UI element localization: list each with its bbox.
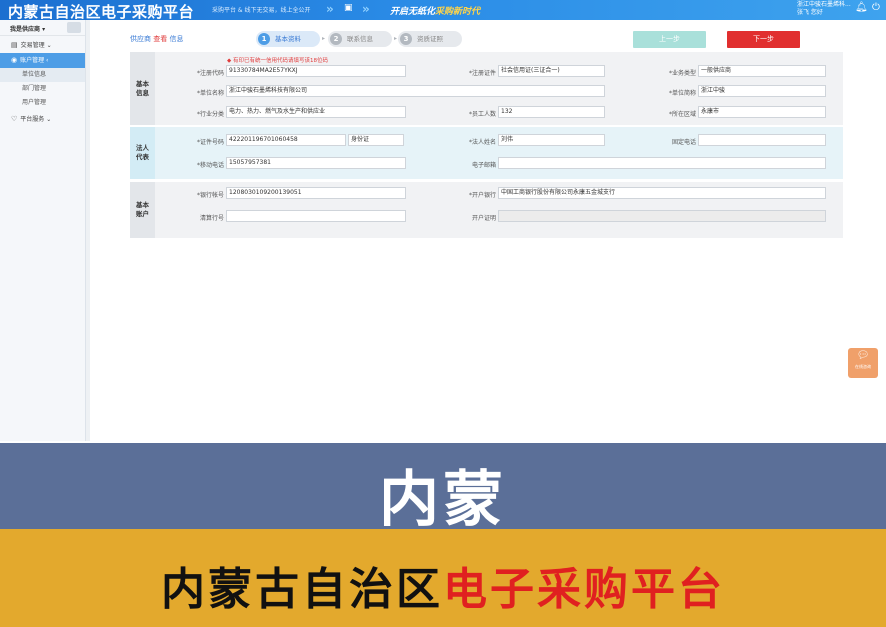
document-icon: ▤ bbox=[11, 41, 18, 49]
subtitle-banner: 内蒙古自治区电子采购平台 bbox=[0, 529, 886, 627]
sidebar-item-label: 平台服务 bbox=[20, 116, 45, 123]
mobile-field[interactable]: 15057957381 bbox=[226, 157, 406, 169]
sidebar-item-account[interactable]: ◉ 账户管理 ‹ bbox=[0, 53, 85, 68]
chevron-right-icon: » bbox=[362, 2, 370, 16]
step-certificates[interactable]: 3 资质证照 bbox=[398, 31, 462, 47]
bank-acct-label: *银行帐号 bbox=[196, 192, 224, 199]
unit-short-field[interactable]: 浙江中骏 bbox=[698, 85, 826, 97]
banner-title: 内蒙 bbox=[379, 465, 507, 535]
legal-name-field[interactable]: 刘伟 bbox=[498, 134, 605, 146]
id-no-label: *证件号码 bbox=[196, 139, 224, 146]
user-greeting: 张飞 您好 bbox=[797, 9, 823, 16]
user-icon: ◉ bbox=[11, 56, 18, 64]
section-label: 法人代表 bbox=[130, 127, 155, 179]
credit-code-field[interactable]: 91330784MA2E57YKXJ bbox=[226, 65, 406, 77]
sidebar-item-trade[interactable]: ▤ 交易管理 ⌄ bbox=[0, 38, 85, 53]
tel-label: 固定电话 bbox=[671, 139, 696, 146]
biz-type-label: *业务类型 bbox=[668, 70, 696, 77]
heart-icon: ♡ bbox=[11, 115, 18, 123]
sidebar-item-label: 账户管理 bbox=[20, 57, 45, 64]
menu-toggle-icon[interactable] bbox=[67, 22, 81, 33]
chat-bubble-icon: 💬︎ bbox=[856, 350, 870, 361]
step-basic-info[interactable]: 1 基本资料 bbox=[256, 31, 320, 47]
triangle-right-icon: ▸ bbox=[322, 35, 326, 42]
id-type-field[interactable]: 身份证 bbox=[348, 134, 404, 146]
banner-subtitle-red: 电子采购平台 bbox=[443, 564, 725, 615]
next-step-button[interactable]: 下一步 bbox=[727, 31, 800, 48]
bank-acct-field[interactable]: 1208030109200139051 bbox=[226, 187, 406, 199]
power-icon[interactable]: ⏻ bbox=[872, 2, 880, 13]
biz-type-field[interactable]: 一般供应商 bbox=[698, 65, 826, 77]
slogan-highlight: 采购新时代 bbox=[435, 7, 481, 17]
banner-subtitle: 内蒙古自治区电子采购平台 bbox=[0, 553, 886, 617]
triangle-right-icon: ▸ bbox=[394, 35, 398, 42]
clearing-label: 清算行号 bbox=[199, 215, 224, 222]
reg-cert-field[interactable]: 社会信用证(三证合一) bbox=[498, 65, 605, 77]
sidebar-top: 我是供应商 ▾ bbox=[0, 20, 85, 36]
tel-field[interactable] bbox=[698, 134, 826, 146]
platform-logo[interactable]: 内蒙古自治区电子采购平台 bbox=[8, 1, 194, 20]
chevron-right-icon: » bbox=[326, 2, 334, 16]
reg-cert-label: *注册证件 bbox=[468, 70, 496, 77]
industry-field[interactable]: 电力、热力、燃气及水生产和供应业 bbox=[226, 106, 406, 118]
mobile-label: *移动电话 bbox=[196, 162, 224, 169]
unit-name-field[interactable]: 浙江中骏石墨烯科技有限公司 bbox=[226, 85, 605, 97]
sidebar-subitem-users[interactable]: 用户管理 bbox=[0, 96, 85, 110]
chevron-left-icon: ‹ bbox=[46, 57, 49, 64]
sidebar-subitem-department[interactable]: 部门管理 bbox=[0, 82, 85, 96]
sidebar-subitem-unit-info[interactable]: 单位信息 bbox=[0, 68, 85, 82]
section-label: 基本信息 bbox=[130, 52, 155, 125]
sidebar-item-service[interactable]: ♡ 平台服务 ⌄ bbox=[0, 112, 85, 127]
online-consult-button[interactable]: 💬︎ 在线咨询 bbox=[848, 348, 878, 378]
sidebar: 我是供应商 ▾ ▤ 交易管理 ⌄ ◉ 账户管理 ‹ 单位信息 部门管理 用户管理 ♡… bbox=[0, 20, 86, 441]
bank-cert-label: 开户证明 bbox=[471, 215, 496, 222]
qr-code-icon: ▣ bbox=[344, 3, 353, 13]
breadcrumb: 供应商 查看 信息 bbox=[130, 35, 184, 43]
slogan-prefix: 开启无纸化 bbox=[390, 7, 436, 17]
step-contact-info[interactable]: 2 联系信息 bbox=[328, 31, 392, 47]
staff-field[interactable]: 132 bbox=[498, 106, 605, 118]
credit-code-label: *注册代码 bbox=[196, 70, 224, 77]
title-banner: 内蒙 bbox=[0, 443, 886, 535]
unit-name-label: *单位名称 bbox=[196, 90, 224, 97]
user-info[interactable]: 浙江中骏石墨烯科... 张飞 您好 bbox=[797, 1, 851, 17]
chat-label: 在线咨询 bbox=[855, 364, 871, 369]
prev-step-button[interactable]: 上一步 bbox=[633, 31, 706, 48]
region-field[interactable]: 永康市 bbox=[698, 106, 826, 118]
header-slogan-right: 开启无纸化采购新时代 bbox=[390, 4, 480, 17]
region-label: *所在区域 bbox=[668, 111, 696, 118]
bank-field[interactable]: 中国工商银行股份有限公司永康五金城支行 bbox=[498, 187, 826, 199]
email-field[interactable] bbox=[498, 157, 826, 169]
role-selector[interactable]: 我是供应商 ▾ bbox=[10, 24, 45, 33]
bell-icon[interactable]: 🔔︎ bbox=[855, 2, 868, 13]
user-company: 浙江中骏石墨烯科... bbox=[797, 1, 851, 8]
chevron-down-icon: ⌄ bbox=[46, 42, 52, 49]
email-label: 电子邮箱 bbox=[471, 162, 496, 169]
bank-cert-field bbox=[498, 210, 826, 222]
banner-subtitle-black: 内蒙古自治区 bbox=[161, 564, 443, 615]
unit-short-label: *单位简称 bbox=[668, 90, 696, 97]
credit-code-hint: ◆ 有印已有统一信用代码请填写该18位码 bbox=[227, 58, 328, 64]
staff-label: *员工人数 bbox=[468, 111, 496, 118]
top-header: 内蒙古自治区电子采购平台 采购平台 & 线下无交易，线上全公开 » ▣ » 开启… bbox=[0, 0, 886, 20]
clearing-field[interactable] bbox=[226, 210, 406, 222]
header-slogan-left: 采购平台 & 线下无交易，线上全公开 bbox=[212, 7, 311, 14]
chevron-down-icon: ⌄ bbox=[46, 116, 52, 123]
bank-label: *开户银行 bbox=[468, 192, 496, 199]
sidebar-item-label: 交易管理 bbox=[20, 42, 45, 49]
section-label: 基本账户 bbox=[130, 182, 155, 238]
id-no-field[interactable]: 422201196701060458 bbox=[226, 134, 346, 146]
legal-name-label: *法人姓名 bbox=[468, 139, 496, 146]
industry-label: *行业分类 bbox=[196, 111, 224, 118]
content-divider bbox=[86, 20, 90, 441]
